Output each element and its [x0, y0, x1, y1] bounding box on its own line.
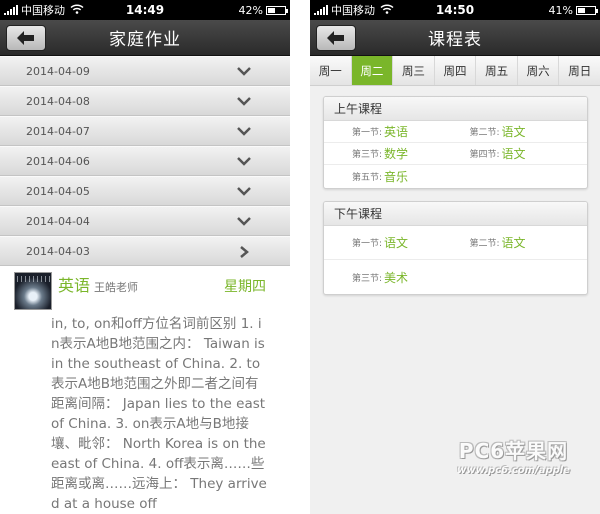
tab-tuesday[interactable]: 周二: [351, 56, 394, 85]
chevron-down-icon: [237, 157, 251, 166]
period-label: 第三节:: [352, 150, 383, 160]
homework-screen: 中国移动 14:49 42% 家庭作业 2014-04-09 2014-04-0…: [0, 0, 290, 514]
chevron-down-icon: [237, 217, 251, 226]
morning-card: 上午课程 第一节: 英语 第二节: 语文 第三节: 数学 第四节: 语文 第五节: 音乐: [323, 96, 588, 189]
tab-sunday[interactable]: 周日: [559, 56, 600, 85]
watermark-url: www.pc6.com/apple: [457, 465, 570, 476]
schedule-row: 第一节: 英语 第二节: 语文: [324, 121, 587, 143]
course-name: 音乐: [384, 170, 409, 184]
teacher-avatar: [14, 272, 52, 310]
date-row[interactable]: 2014-04-08: [0, 86, 290, 116]
battery-icon: [266, 5, 288, 15]
course-name: 语文: [501, 125, 526, 139]
battery-icon: [576, 5, 598, 15]
carrier-label: 中国移动: [21, 4, 65, 17]
date-row[interactable]: 2014-04-06: [0, 146, 290, 176]
back-arrow-icon: [327, 31, 344, 45]
tab-saturday[interactable]: 周六: [518, 56, 560, 85]
wifi-icon: [70, 3, 84, 17]
course-name: 语文: [384, 236, 409, 250]
tab-thursday[interactable]: 周四: [435, 56, 477, 85]
back-button[interactable]: [6, 25, 46, 51]
teacher-name: 王皓老师: [94, 281, 139, 294]
course-name: 美术: [384, 270, 409, 285]
period-label: 第四节:: [469, 150, 500, 160]
chevron-down-icon: [237, 127, 251, 136]
date-label: 2014-04-03: [26, 244, 90, 258]
course-name: 数学: [384, 147, 409, 161]
page-title: 家庭作业: [109, 30, 181, 50]
wifi-icon: [380, 3, 394, 17]
battery-percent: 41%: [548, 3, 573, 17]
period-label: 第一节:: [352, 128, 383, 138]
weekday-tabs: 周一 周二 周三 周四 周五 周六 周日: [310, 56, 600, 86]
chevron-right-icon: [240, 246, 249, 258]
date-label: 2014-04-07: [26, 124, 90, 138]
battery-percent: 42%: [238, 3, 263, 17]
watermark-main: PC6苹果网: [458, 439, 569, 463]
date-label: 2014-04-06: [26, 154, 90, 168]
period-label: 第二节:: [469, 128, 500, 138]
subject-name: 英语: [58, 276, 91, 295]
course-name: 英语: [384, 125, 409, 139]
tab-friday[interactable]: 周五: [476, 56, 518, 85]
weekday-label: 星期四: [224, 279, 266, 295]
signal-icon: [4, 5, 18, 15]
schedule-row: 第五节: 音乐: [324, 165, 587, 188]
screen-divider: [290, 0, 310, 514]
back-arrow-icon: [17, 31, 34, 45]
tab-wednesday[interactable]: 周三: [393, 56, 435, 85]
date-row[interactable]: 2014-04-07: [0, 116, 290, 146]
status-bar: 中国移动 14:50 41%: [310, 0, 600, 20]
homework-detail: 英语 王皓老师 星期四 in, to, on和off方位名词前区别 1. in表…: [0, 266, 290, 514]
schedule-row: 第三节: 数学 第四节: 语文: [324, 143, 587, 165]
battery-fill: [268, 7, 275, 13]
signal-icon: [314, 5, 328, 15]
tab-monday[interactable]: 周一: [310, 56, 352, 85]
card-title: 上午课程: [324, 97, 587, 121]
page-title: 课程表: [428, 30, 482, 50]
date-label: 2014-04-05: [26, 184, 90, 198]
homework-text: in, to, on和off方位名词前区别 1. in表示A地B地范围之内： T…: [51, 316, 267, 512]
carrier-label: 中国移动: [331, 4, 375, 17]
date-row[interactable]: 2014-04-09: [0, 56, 290, 86]
navigation-bar: 课程表: [310, 20, 600, 56]
date-row-expanded[interactable]: 2014-04-03: [0, 236, 290, 266]
date-label: 2014-04-09: [26, 64, 90, 78]
date-row[interactable]: 2014-04-04: [0, 206, 290, 236]
chevron-down-icon: [237, 67, 251, 76]
watermark: PC6苹果网 www.pc6.com/apple: [457, 435, 570, 476]
chevron-down-icon: [237, 97, 251, 106]
date-row[interactable]: 2014-04-05: [0, 176, 290, 206]
navigation-bar: 家庭作业: [0, 20, 290, 56]
back-button[interactable]: [316, 25, 356, 51]
schedule-row: 第一节: 语文 第二节: 语文: [324, 226, 587, 260]
afternoon-card: 下午课程 第一节: 语文 第二节: 语文 第三节: 美术: [323, 201, 588, 295]
period-label: 第三节:: [352, 273, 383, 284]
period-label: 第五节:: [352, 173, 383, 183]
date-label: 2014-04-04: [26, 214, 90, 228]
course-name: 语文: [501, 236, 526, 250]
schedule-row: 第三节: 美术: [324, 260, 587, 294]
card-title: 下午课程: [324, 202, 587, 226]
battery-fill: [578, 7, 585, 13]
status-bar: 中国移动 14:49 42%: [0, 0, 290, 20]
chevron-down-icon: [237, 187, 251, 196]
date-label: 2014-04-08: [26, 94, 90, 108]
period-label: 第一节:: [352, 239, 383, 249]
schedule-screen: 中国移动 14:50 41% 课程表 周一 周二 周三 周四 周五 周六 周日 …: [310, 0, 600, 514]
period-label: 第二节:: [469, 239, 500, 249]
course-name: 语文: [501, 147, 526, 161]
